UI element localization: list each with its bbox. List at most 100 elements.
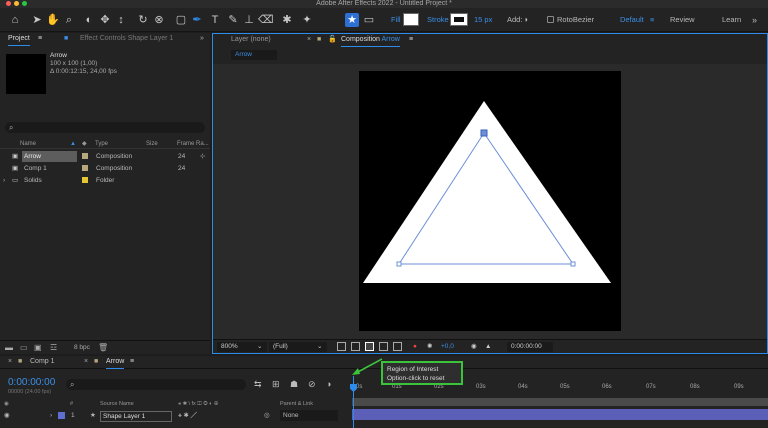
stroke-label[interactable]: Stroke bbox=[427, 15, 449, 25]
label-column-icon[interactable]: ◆ bbox=[82, 139, 87, 149]
parent-dropdown[interactable]: None bbox=[280, 410, 338, 421]
column-source-name[interactable]: Source Name bbox=[100, 400, 134, 409]
lock-icon[interactable]: 🔓 bbox=[328, 35, 337, 45]
brush-tool-icon[interactable]: ✎ bbox=[226, 13, 240, 27]
layer-label-chip[interactable] bbox=[58, 412, 65, 419]
new-composition-icon[interactable]: ▣ bbox=[34, 343, 42, 353]
draft-3d-icon[interactable]: ⊞ bbox=[272, 379, 280, 390]
star-snap-icon[interactable]: ★ bbox=[345, 13, 359, 27]
rotate-tool-icon[interactable]: ↻ bbox=[136, 13, 150, 27]
close-tab-icon[interactable]: × bbox=[84, 357, 88, 367]
workspace-menu-icon[interactable]: ≡ bbox=[650, 15, 654, 25]
label-color-chip[interactable] bbox=[82, 177, 88, 183]
comp-flowchart-icon[interactable]: ⇆ bbox=[254, 379, 262, 390]
shape-layer-triangle[interactable] bbox=[359, 71, 621, 331]
orbit-camera-icon[interactable]: ◐ bbox=[82, 13, 96, 27]
bit-depth-button[interactable]: 8 bpc bbox=[74, 343, 90, 353]
project-item-comp1[interactable]: ▣ Comp 1 Composition 24 bbox=[0, 163, 210, 174]
sort-ascending-icon[interactable]: ▲ bbox=[70, 139, 76, 149]
column-parent-link[interactable]: Parent & Link bbox=[280, 400, 313, 409]
puppet-tool-icon[interactable]: ✦ bbox=[300, 13, 314, 27]
fill-color-swatch[interactable] bbox=[403, 13, 419, 26]
fast-previews-icon[interactable] bbox=[337, 342, 346, 351]
timeline-search-input[interactable]: ⌕ bbox=[66, 379, 246, 390]
tab-effect-controls[interactable]: Effect Controls Shape Layer 1 bbox=[80, 34, 173, 44]
eraser-tool-icon[interactable]: ⌫ bbox=[258, 13, 274, 27]
comp-timecode[interactable]: 0:00:00:00 bbox=[507, 342, 553, 352]
rotobezier-checkbox[interactable] bbox=[547, 16, 554, 23]
expand-arrow-icon[interactable]: › bbox=[3, 175, 5, 186]
reset-exposure-icon[interactable]: ✺ bbox=[427, 341, 432, 353]
triangle-shape[interactable] bbox=[363, 101, 611, 283]
dolly-camera-icon[interactable]: ↕ bbox=[114, 13, 128, 27]
stroke-width-value[interactable]: 15 px bbox=[474, 15, 492, 25]
panel-overflow-icon[interactable]: » bbox=[200, 34, 204, 44]
tab-arrow-timeline[interactable]: Arrow bbox=[106, 357, 125, 369]
exposure-value[interactable]: +0,0 bbox=[441, 341, 454, 353]
mask-visibility-icon[interactable] bbox=[379, 342, 388, 351]
column-type[interactable]: Type bbox=[95, 139, 108, 149]
composition-viewer[interactable] bbox=[213, 64, 767, 339]
guides-grid-icon[interactable] bbox=[393, 342, 402, 351]
pan-behind-tool-icon[interactable]: ⊗ bbox=[152, 13, 166, 27]
hand-tool-icon[interactable]: ✋ bbox=[46, 13, 60, 27]
trash-icon[interactable]: 🗑 bbox=[98, 343, 108, 353]
resolution-dropdown[interactable]: (Full) ⌄ bbox=[269, 342, 327, 352]
zoom-tool-icon[interactable]: ⌕ bbox=[62, 13, 76, 27]
column-size[interactable]: Size bbox=[146, 139, 158, 149]
workspace-review[interactable]: Review bbox=[670, 15, 695, 25]
project-item-solids[interactable]: › ▭ Solids Folder bbox=[0, 175, 210, 186]
roto-brush-tool-icon[interactable]: ✱ bbox=[280, 13, 294, 27]
timeline-menu-icon[interactable]: ≡ bbox=[130, 357, 134, 367]
more-workspaces-icon[interactable]: » bbox=[752, 15, 757, 25]
project-menu-icon[interactable]: ≡ bbox=[38, 34, 42, 44]
project-settings-icon[interactable]: ☲ bbox=[50, 343, 57, 353]
workspace-learn[interactable]: Learn bbox=[722, 15, 741, 25]
pan-camera-icon[interactable]: ✥ bbox=[98, 13, 112, 27]
flowchart-icon[interactable]: ⊹ bbox=[200, 151, 205, 162]
tab-comp1[interactable]: Comp 1 bbox=[30, 357, 55, 367]
layer-switches[interactable]: ⚹ ✱ ╱ bbox=[178, 410, 197, 421]
region-of-interest-icon[interactable] bbox=[365, 342, 374, 351]
tab-project[interactable]: Project bbox=[8, 34, 30, 46]
motion-blur-icon[interactable]: ◑ bbox=[326, 379, 331, 390]
close-tab-icon[interactable]: × bbox=[307, 35, 311, 45]
clone-stamp-tool-icon[interactable]: ⊥ bbox=[242, 13, 256, 27]
label-color-chip[interactable] bbox=[82, 165, 88, 171]
composition-menu-icon[interactable]: ≡ bbox=[409, 35, 413, 45]
home-icon[interactable]: ⌂ bbox=[8, 13, 22, 27]
label-color-chip[interactable] bbox=[82, 153, 88, 159]
tab-composition[interactable]: Composition Arrow bbox=[341, 35, 400, 47]
column-name[interactable]: Name bbox=[20, 139, 36, 149]
new-folder-icon[interactable]: ▭ bbox=[20, 343, 28, 353]
stroke-color-swatch[interactable] bbox=[450, 13, 468, 26]
pick-whip-icon[interactable]: ◎ bbox=[264, 410, 270, 421]
vertex-handle-right[interactable] bbox=[570, 261, 576, 267]
snapshot-icon[interactable]: ◉ bbox=[471, 341, 477, 353]
workspace-default[interactable]: Default bbox=[620, 15, 644, 25]
selection-tool-icon[interactable]: ➤ bbox=[30, 13, 44, 27]
add-dropdown-icon[interactable]: ◗ bbox=[524, 15, 529, 25]
channel-rgb-icon[interactable]: ● bbox=[413, 341, 417, 353]
transparency-grid-icon[interactable] bbox=[351, 342, 360, 351]
type-tool-icon[interactable]: T bbox=[208, 13, 222, 27]
eye-visibility-icon[interactable]: ◉ bbox=[4, 410, 10, 421]
expand-layer-icon[interactable]: › bbox=[50, 410, 52, 421]
timeline-current-time[interactable]: 0:00:00:00 bbox=[8, 377, 55, 388]
snapping-icon[interactable]: ▭ bbox=[362, 13, 376, 27]
pen-tool-icon[interactable]: ✒ bbox=[190, 13, 204, 27]
tab-layer[interactable]: Layer (none) bbox=[231, 35, 271, 45]
magnification-dropdown[interactable]: 800% ⌄ bbox=[217, 342, 267, 352]
show-snapshot-icon[interactable]: ▲ bbox=[485, 341, 491, 353]
interpret-footage-icon[interactable]: ▬ bbox=[5, 343, 13, 353]
vertex-handle-top[interactable] bbox=[480, 129, 488, 137]
work-area-bar[interactable] bbox=[352, 398, 768, 406]
layer-duration-bar[interactable] bbox=[352, 409, 768, 420]
rectangle-tool-icon[interactable]: ▢ bbox=[174, 13, 188, 27]
vertex-handle-left[interactable] bbox=[396, 261, 402, 267]
comp-navigator-arrow[interactable]: Arrow bbox=[231, 50, 277, 60]
frame-blending-icon[interactable]: ⊘ bbox=[308, 379, 316, 390]
column-frame-rate[interactable]: Frame Ra... bbox=[177, 139, 209, 149]
shy-layers-icon[interactable]: ☗ bbox=[290, 379, 298, 390]
project-search-input[interactable]: ⌕ bbox=[5, 122, 205, 133]
